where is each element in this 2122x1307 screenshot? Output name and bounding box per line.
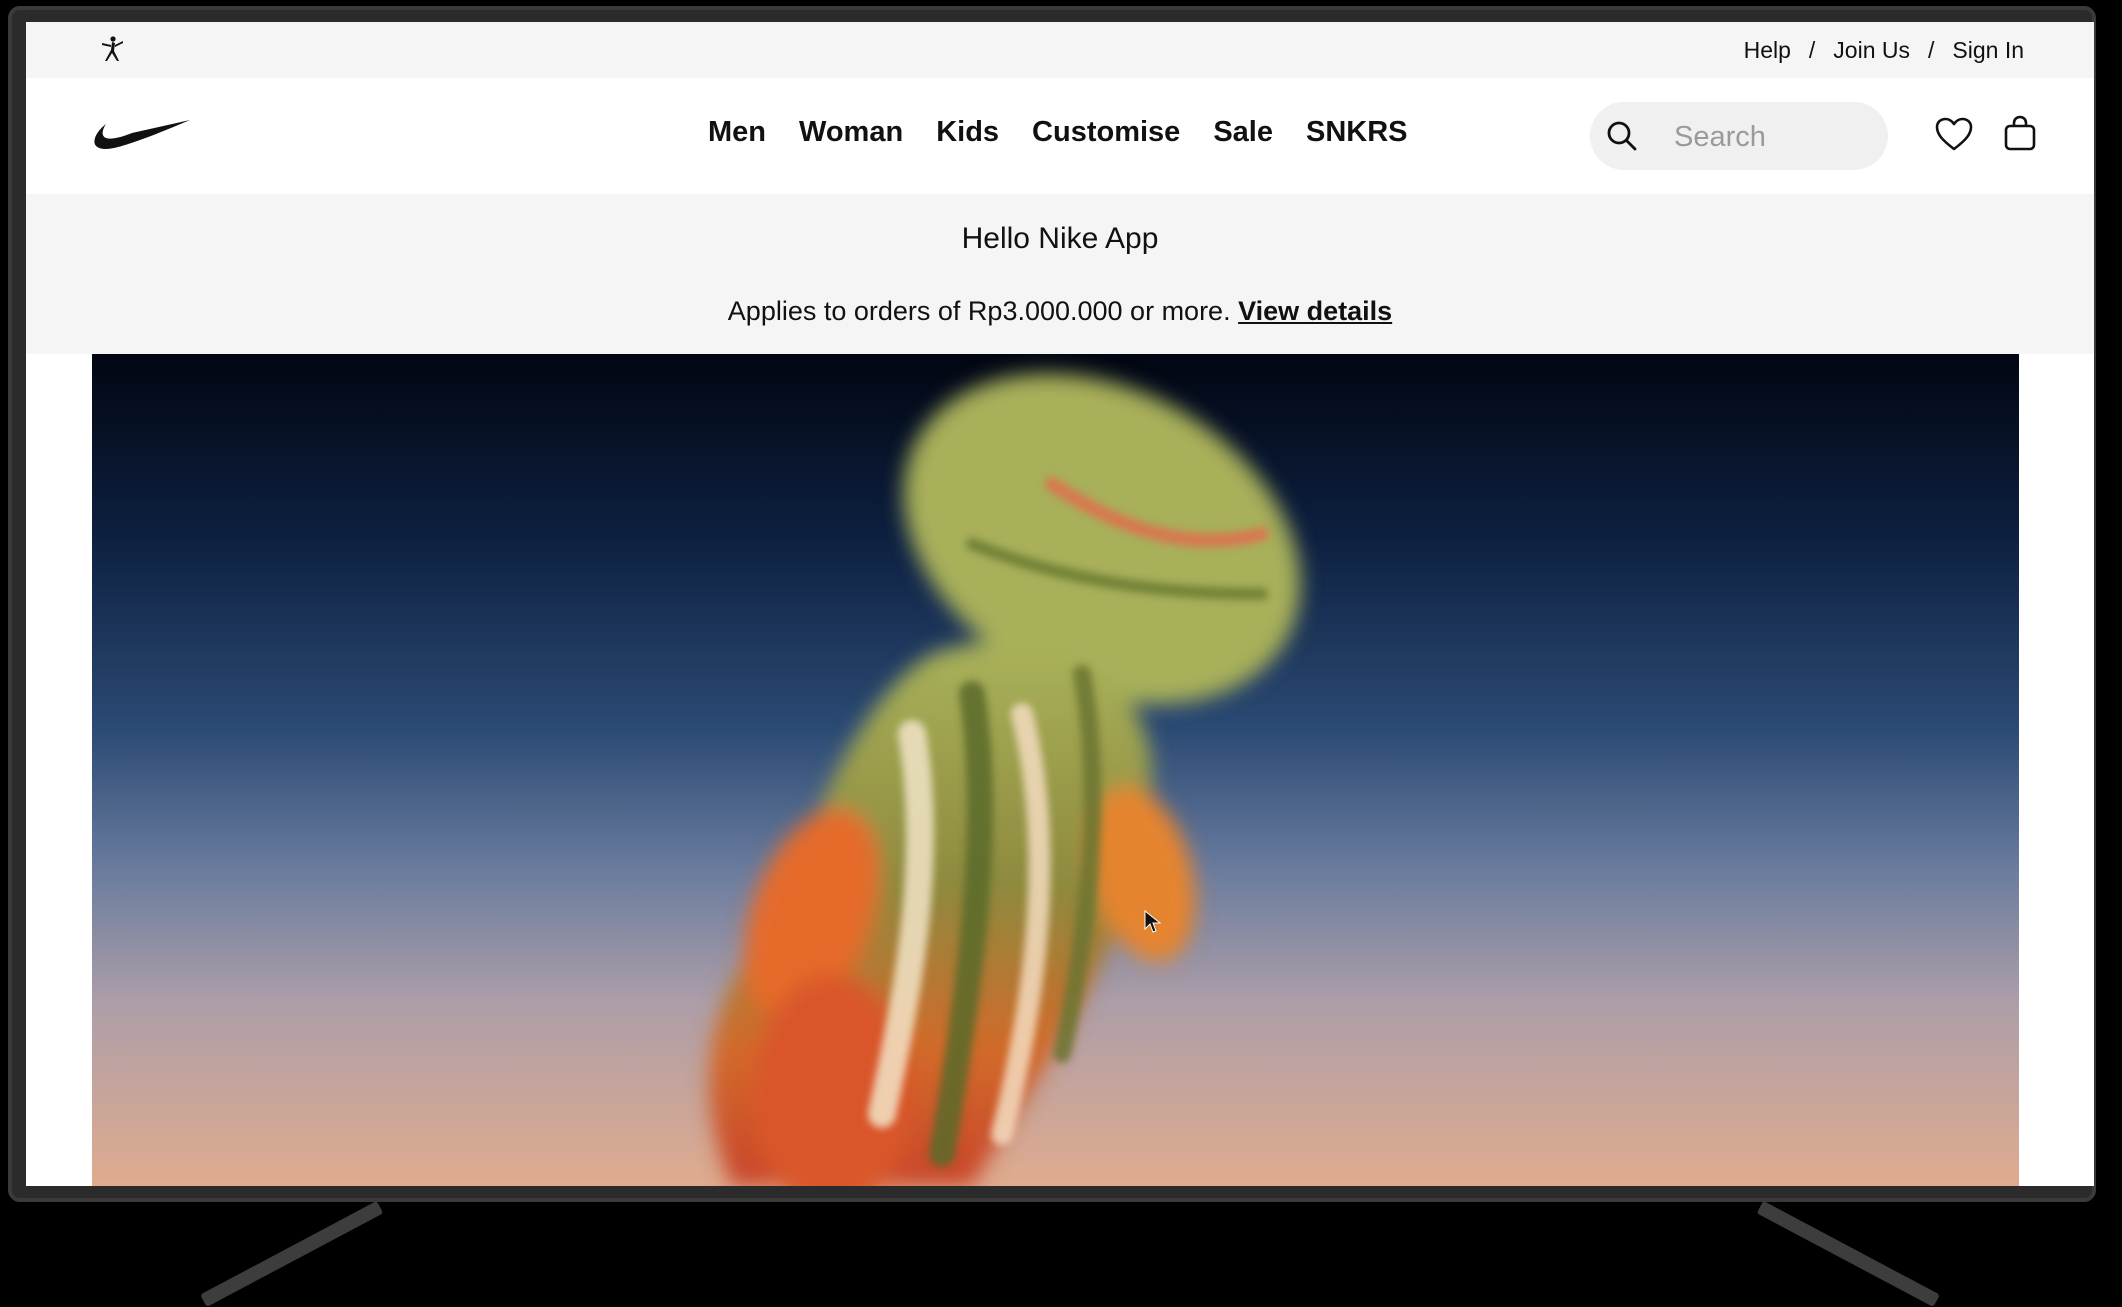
separator: /	[1808, 37, 1816, 63]
main-nav: Men Woman Kids Customise Sale SNKRS	[26, 78, 2094, 194]
nav-item-kids[interactable]: Kids	[936, 116, 999, 149]
nav-item-customise[interactable]: Customise	[1032, 116, 1180, 149]
tv-stand-right	[1756, 1200, 1940, 1307]
promo-title: Hello Nike App	[961, 222, 1159, 255]
promo-banner: Hello Nike App Applies to orders of Rp3.…	[26, 194, 2094, 354]
promo-text: Applies to orders of Rp3.000.000 or more…	[26, 296, 2094, 327]
heart-icon[interactable]	[1934, 116, 1974, 152]
nav-item-woman[interactable]: Woman	[799, 116, 903, 149]
nav-item-snkrs[interactable]: SNKRS	[1306, 116, 1408, 149]
utility-links: Help / Join Us / Sign In	[1744, 37, 2024, 64]
mouse-cursor-icon	[1144, 910, 1162, 933]
sign-in-link[interactable]: Sign In	[1952, 37, 2024, 64]
help-link[interactable]: Help	[1744, 37, 1791, 64]
browser-screen: Help / Join Us / Sign In Men Woman Kids …	[26, 22, 2094, 1186]
search-icon[interactable]	[1604, 118, 1640, 154]
separator: /	[1928, 37, 1935, 63]
utility-bar: Help / Join Us / Sign In	[26, 22, 2094, 78]
hero-image[interactable]	[92, 354, 2019, 1186]
primary-nav-links: Men Woman Kids Customise Sale SNKRS	[708, 116, 1408, 149]
promo-description: Applies to orders of Rp3.000.000 or more…	[727, 296, 1231, 326]
nav-item-men[interactable]: Men	[708, 116, 766, 149]
bag-icon[interactable]	[2002, 114, 2038, 152]
tv-stand-left	[200, 1200, 384, 1307]
jordan-jumpman-icon[interactable]	[96, 34, 128, 66]
hero-shoe-artwork	[709, 373, 1301, 1186]
nav-item-sale[interactable]: Sale	[1213, 116, 1273, 149]
nike-swoosh-icon[interactable]	[92, 114, 192, 154]
join-us-link[interactable]: Join Us	[1833, 37, 1910, 64]
search-input[interactable]	[1672, 116, 1876, 158]
search-box[interactable]	[1590, 102, 1888, 170]
view-details-link[interactable]: View details	[1238, 296, 1392, 326]
